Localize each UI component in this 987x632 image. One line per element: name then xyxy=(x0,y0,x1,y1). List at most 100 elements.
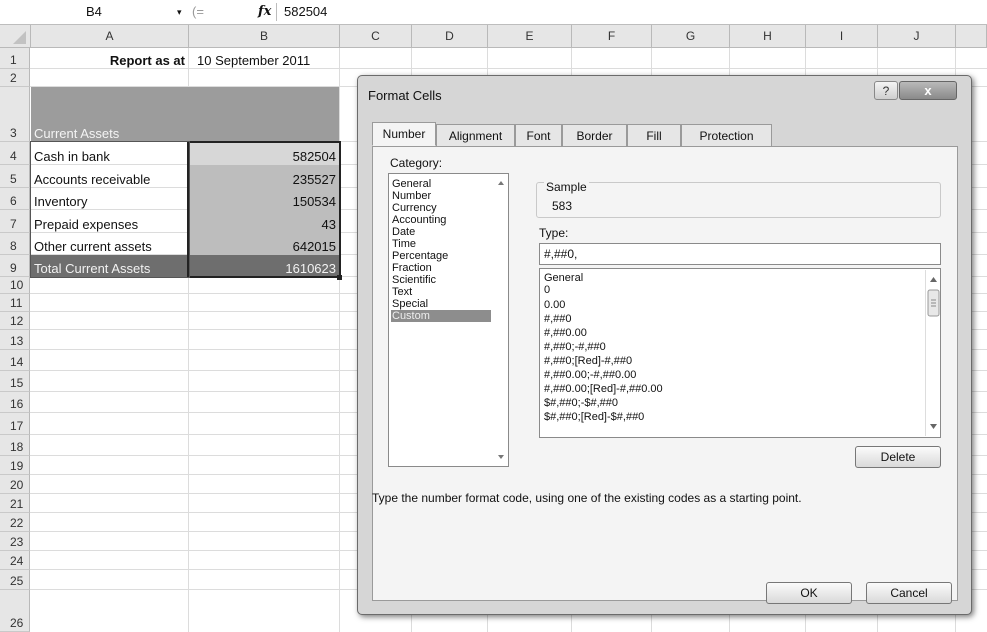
insert-function-icon[interactable]: fx xyxy=(258,2,271,22)
type-item[interactable]: #,##0.00;-#,##0.00 xyxy=(544,369,914,381)
fill-handle[interactable] xyxy=(337,275,342,280)
row-header-15[interactable]: 15 xyxy=(0,371,30,392)
category-list[interactable]: General Number Currency Accounting Date … xyxy=(388,173,509,467)
column-header-k[interactable] xyxy=(956,25,987,48)
row-header-17[interactable]: 17 xyxy=(0,413,30,435)
type-item[interactable]: 0.00 xyxy=(544,299,914,311)
formula-bar: B4 ▾ (= fx 582504 xyxy=(0,0,987,25)
tab-fill[interactable]: Fill xyxy=(627,124,681,147)
help-button[interactable]: ? xyxy=(874,81,898,100)
tab-number[interactable]: Number xyxy=(372,122,436,146)
category-item[interactable]: Number xyxy=(391,190,507,202)
category-item[interactable]: General xyxy=(391,178,507,190)
type-item[interactable]: #,##0 xyxy=(544,313,914,325)
row-header-2[interactable]: 2 xyxy=(0,69,30,87)
type-list[interactable]: General 0 0.00 #,##0 #,##0.00 #,##0;-#,#… xyxy=(539,268,941,438)
type-item[interactable]: #,##0.00;[Red]-#,##0.00 xyxy=(544,383,914,395)
column-header-d[interactable]: D xyxy=(412,25,488,48)
close-button[interactable]: x xyxy=(899,81,957,100)
type-item[interactable]: #,##0;[Red]-#,##0 xyxy=(544,355,914,367)
type-item[interactable]: $#,##0;[Red]-$#,##0 xyxy=(544,411,914,423)
tab-border[interactable]: Border xyxy=(562,124,627,147)
row-header-11[interactable]: 11 xyxy=(0,294,30,312)
column-header-j[interactable]: J xyxy=(878,25,956,48)
category-item[interactable]: Scientific xyxy=(391,274,507,286)
row-header-21[interactable]: 21 xyxy=(0,494,30,513)
cell-a1[interactable]: Report as at xyxy=(31,48,188,69)
ok-button[interactable]: OK xyxy=(766,582,852,604)
row-header-9[interactable]: 9 xyxy=(0,255,30,277)
delete-button[interactable]: Delete xyxy=(855,446,941,468)
category-item[interactable]: Special xyxy=(391,298,507,310)
column-header-g[interactable]: G xyxy=(652,25,730,48)
row-header-13[interactable]: 13 xyxy=(0,330,30,350)
cell-a3[interactable]: Current Assets xyxy=(31,87,188,142)
category-item[interactable]: Fraction xyxy=(391,262,507,274)
type-item[interactable]: $#,##0;-$#,##0 xyxy=(544,397,914,409)
row-header-6[interactable]: 6 xyxy=(0,188,30,210)
type-item[interactable]: #,##0;-#,##0 xyxy=(544,341,914,353)
selection-range xyxy=(187,141,341,278)
category-item-selected[interactable]: Custom xyxy=(391,310,491,322)
scrollbar-arrows-icon xyxy=(498,181,504,459)
type-input[interactable]: #,##0, xyxy=(539,243,941,265)
format-cells-dialog: Format Cells ? x Number Alignment Font B… xyxy=(357,75,972,615)
column-header-a[interactable]: A xyxy=(31,25,189,48)
table-border xyxy=(30,141,190,278)
row-header-5[interactable]: 5 xyxy=(0,165,30,188)
row-header-25[interactable]: 25 xyxy=(0,570,30,590)
row-header-10[interactable]: 10 xyxy=(0,277,30,294)
tab-font[interactable]: Font xyxy=(515,124,562,147)
row-header-3[interactable]: 3 xyxy=(0,87,30,142)
type-list-scrollbar[interactable] xyxy=(925,270,940,436)
type-item[interactable]: #,##0.00 xyxy=(544,327,914,339)
row-header-7[interactable]: 7 xyxy=(0,210,30,233)
category-item[interactable]: Time xyxy=(391,238,507,250)
row-header-19[interactable]: 19 xyxy=(0,456,30,475)
column-header-i[interactable]: I xyxy=(806,25,878,48)
row-header-26[interactable]: 26 xyxy=(0,590,30,632)
type-item[interactable]: General xyxy=(544,272,914,284)
row-header-22[interactable]: 22 xyxy=(0,513,30,532)
column-header-e[interactable]: E xyxy=(488,25,572,48)
column-header-h[interactable]: H xyxy=(730,25,806,48)
name-box[interactable]: B4 xyxy=(0,2,186,22)
column-header-f[interactable]: F xyxy=(572,25,652,48)
select-all-triangle-icon xyxy=(13,31,26,44)
hint-text: Type the number format code, using one o… xyxy=(372,491,802,505)
category-item[interactable]: Percentage xyxy=(391,250,507,262)
sample-label: Sample xyxy=(544,180,589,194)
type-item[interactable]: 0 xyxy=(544,284,914,296)
row-header-12[interactable]: 12 xyxy=(0,312,30,330)
category-item[interactable]: Currency xyxy=(391,202,507,214)
gridline xyxy=(339,48,340,632)
row-header-14[interactable]: 14 xyxy=(0,350,30,371)
sample-group xyxy=(536,182,941,218)
category-scrollbar[interactable] xyxy=(494,176,508,464)
tab-protection[interactable]: Protection xyxy=(681,124,772,147)
column-header-c[interactable]: C xyxy=(340,25,412,48)
tab-alignment[interactable]: Alignment xyxy=(436,124,515,147)
column-header-b[interactable]: B xyxy=(189,25,340,48)
row-header-16[interactable]: 16 xyxy=(0,392,30,413)
row-header-24[interactable]: 24 xyxy=(0,551,30,570)
row-header-20[interactable]: 20 xyxy=(0,475,30,494)
type-label: Type: xyxy=(539,226,569,240)
category-item[interactable]: Text xyxy=(391,286,507,298)
row-header-1[interactable]: 1 xyxy=(0,48,30,69)
category-item[interactable]: Date xyxy=(391,226,507,238)
sample-value: 583 xyxy=(552,199,573,213)
dialog-title: Format Cells xyxy=(368,88,442,103)
row-header-23[interactable]: 23 xyxy=(0,532,30,551)
select-all-corner[interactable] xyxy=(0,25,31,48)
name-box-dropdown-icon[interactable]: ▾ xyxy=(177,2,182,22)
row-header-8[interactable]: 8 xyxy=(0,233,30,255)
cell-b1[interactable]: 10 September 2011 xyxy=(189,48,339,69)
category-item[interactable]: Accounting xyxy=(391,214,507,226)
formula-input[interactable]: 582504 xyxy=(284,2,327,22)
row-header-4[interactable]: 4 xyxy=(0,142,30,165)
category-label: Category: xyxy=(390,156,443,170)
row-header-18[interactable]: 18 xyxy=(0,435,30,456)
scrollbar-thumb-icon xyxy=(927,277,940,429)
cancel-button[interactable]: Cancel xyxy=(866,582,952,604)
